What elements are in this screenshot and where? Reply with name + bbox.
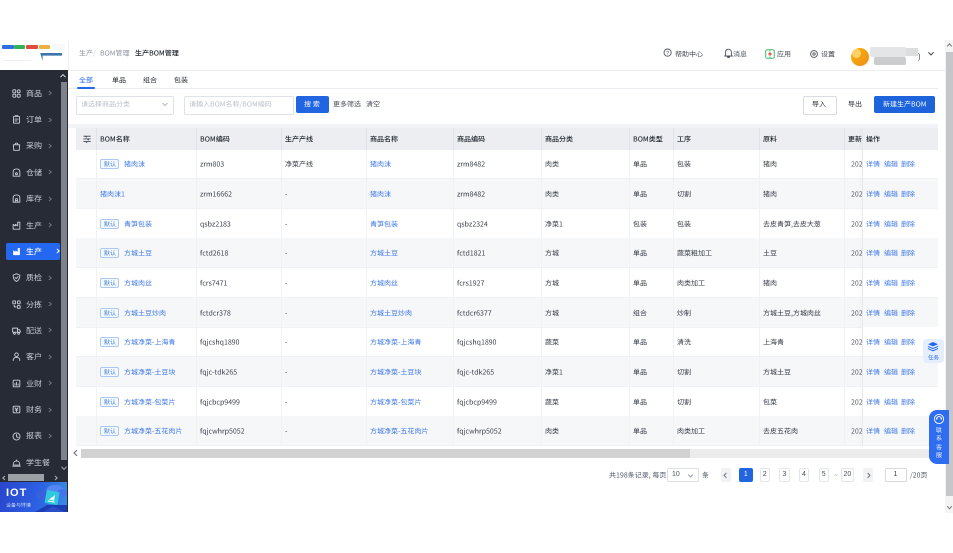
svg-text:?: ? [666, 51, 669, 57]
